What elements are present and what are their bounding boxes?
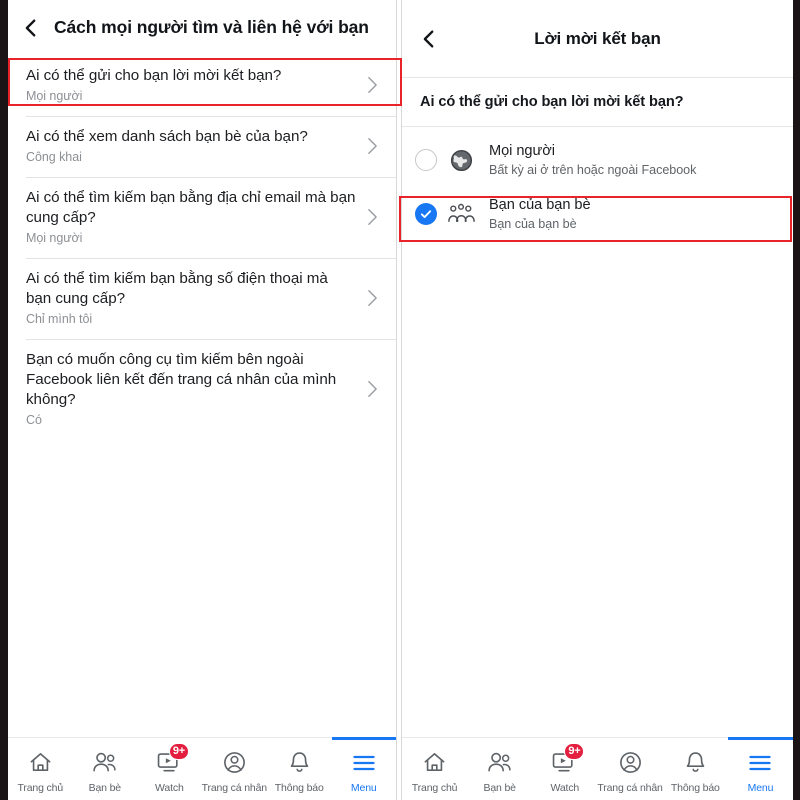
nav-label: Watch xyxy=(550,781,580,794)
radio-selected-icon[interactable] xyxy=(415,203,437,226)
friends-icon xyxy=(91,748,118,778)
nav-item-profile[interactable]: Trang cá nhân xyxy=(597,738,663,800)
chevron-right-icon xyxy=(364,206,380,228)
chevron-left-icon[interactable] xyxy=(416,26,442,52)
page-title: Cách mọi người tìm và liên hệ với bạn xyxy=(54,17,369,37)
nav-item-profile[interactable]: Trang cá nhân xyxy=(202,738,267,800)
left-phone-panel: Cách mọi người tìm và liên hệ với bạn Ai… xyxy=(8,0,397,800)
option-row-public[interactable]: Mọi người Bất kỳ ai ở trên hoặc ngoài Fa… xyxy=(402,133,793,188)
nav-item-notifications[interactable]: Thông báo xyxy=(267,738,332,800)
privacy-settings-list: Ai có thể gửi cho bạn lời mời kết bạn? M… xyxy=(8,55,396,737)
nav-label: Menu xyxy=(747,781,774,794)
setting-text: Ai có thể gửi cho bạn lời mời kết bạn? M… xyxy=(26,66,364,105)
option-row-friends-of-friends[interactable]: Bạn của bạn bè Bạn của bạn bè xyxy=(402,187,793,242)
audience-options-list: Mọi người Bất kỳ ai ở trên hoặc ngoài Fa… xyxy=(402,127,793,737)
setting-value: Công khai xyxy=(26,150,82,164)
nav-item-friends[interactable]: Bạn bè xyxy=(73,738,138,800)
nav-label: Trang chủ xyxy=(411,781,458,794)
screenshot-root: Cách mọi người tìm và liên hệ với bạn Ai… xyxy=(0,0,800,800)
radio-unselected-icon[interactable] xyxy=(415,149,437,172)
nav-item-home[interactable]: Trang chủ xyxy=(402,738,467,800)
home-icon xyxy=(28,748,53,778)
chevron-left-icon[interactable] xyxy=(18,15,44,41)
page-title: Lời mời kết bạn xyxy=(534,28,661,48)
nav-label: Bạn bè xyxy=(88,781,122,794)
nav-label: Menu xyxy=(350,781,377,794)
chevron-right-icon xyxy=(364,74,380,96)
setting-text: Ai có thể tìm kiếm bạn bằng địa chỉ emai… xyxy=(26,188,364,247)
nav-item-watch[interactable]: 9+ Watch xyxy=(532,738,597,800)
question-label: Ai có thể gửi cho bạn lời mời kết bạn? xyxy=(402,78,793,127)
chevron-right-icon xyxy=(364,135,380,157)
nav-label: Trang cá nhân xyxy=(597,781,663,794)
setting-title: Ai có thể tìm kiếm bạn bằng số điện thoạ… xyxy=(26,269,328,307)
friends-icon xyxy=(486,748,513,778)
setting-title: Ai có thể gửi cho bạn lời mời kết bạn? xyxy=(26,67,282,84)
option-text: Bạn của bạn bè Bạn của bạn bè xyxy=(489,196,591,232)
nav-item-watch[interactable]: 9+ Watch xyxy=(137,738,202,800)
setting-value: Có xyxy=(26,413,42,428)
option-title: Mọi người xyxy=(489,143,555,159)
nav-item-home[interactable]: Trang chủ xyxy=(8,738,73,800)
nav-label: Thông báo xyxy=(274,781,324,794)
bell-icon xyxy=(683,748,708,778)
nav-item-friends[interactable]: Bạn bè xyxy=(467,738,532,800)
profile-icon xyxy=(618,748,643,778)
option-title: Bạn của bạn bè xyxy=(489,197,591,214)
setting-title: Ai có thể xem danh sách bạn bè của bạn? xyxy=(26,127,308,145)
setting-title: Ai có thể tìm kiếm bạn bằng địa chỉ emai… xyxy=(26,188,356,226)
right-phone-panel: Lời mời kết bạn Ai có thể gửi cho bạn lờ… xyxy=(401,0,793,800)
setting-value: Mọi người xyxy=(26,89,83,104)
hamburger-menu-icon xyxy=(351,748,377,778)
nav-label: Bạn bè xyxy=(483,781,516,794)
profile-icon xyxy=(222,748,247,778)
nav-label: Thông báo xyxy=(670,781,720,794)
nav-item-menu[interactable]: Menu xyxy=(331,737,397,800)
setting-value: Chỉ mình tôi xyxy=(26,312,93,326)
bottom-nav-right: Trang chủ Bạn bè 9+ Watch Trang cá nhân … xyxy=(402,737,793,800)
setting-row-search-engine-link[interactable]: Bạn có muốn công cụ tìm kiếm bên ngoài F… xyxy=(8,338,396,440)
setting-value: Mọi người xyxy=(26,231,83,245)
watch-icon: 9+ xyxy=(156,742,189,778)
nav-item-notifications[interactable]: Thông báo xyxy=(663,738,728,800)
home-icon xyxy=(422,748,447,778)
nav-label: Trang chủ xyxy=(17,781,64,794)
nav-item-menu[interactable]: Menu xyxy=(727,737,793,800)
nav-label: Trang cá nhân xyxy=(201,781,268,794)
globe-icon xyxy=(446,147,476,173)
setting-text: Ai có thể tìm kiếm bạn bằng số điện thoạ… xyxy=(26,269,364,328)
option-subtitle: Bạn của bạn bè xyxy=(489,217,577,232)
setting-row-email-lookup[interactable]: Ai có thể tìm kiếm bạn bằng địa chỉ emai… xyxy=(8,176,396,258)
setting-row-friend-requests[interactable]: Ai có thể gửi cho bạn lời mời kết bạn? M… xyxy=(8,55,396,116)
chevron-right-icon xyxy=(364,287,380,309)
setting-title: Bạn có muốn công cụ tìm kiếm bên ngoài F… xyxy=(26,350,337,408)
bottom-nav-left: Trang chủ Bạn bè 9+ Watch Trang cá nhân … xyxy=(8,737,396,800)
chevron-right-icon xyxy=(364,378,380,400)
bell-icon xyxy=(287,748,312,778)
nav-label: Watch xyxy=(155,781,184,794)
setting-row-friend-list[interactable]: Ai có thể xem danh sách bạn bè của bạn? … xyxy=(8,115,396,177)
watch-badge: 9+ xyxy=(564,742,585,760)
option-text: Mọi người Bất kỳ ai ở trên hoặc ngoài Fa… xyxy=(489,142,696,178)
left-header: Cách mọi người tìm và liên hệ với bạn xyxy=(8,0,396,55)
setting-row-phone-lookup[interactable]: Ai có thể tìm kiếm bạn bằng số điện thoạ… xyxy=(8,257,396,339)
right-header: Lời mời kết bạn xyxy=(402,0,793,78)
setting-text: Bạn có muốn công cụ tìm kiếm bên ngoài F… xyxy=(26,350,364,429)
friends-group-icon xyxy=(446,201,476,227)
watch-icon: 9+ xyxy=(551,742,585,778)
option-subtitle: Bất kỳ ai ở trên hoặc ngoài Facebook xyxy=(489,162,697,177)
hamburger-menu-icon xyxy=(747,748,773,778)
setting-text: Ai có thể xem danh sách bạn bè của bạn? … xyxy=(26,127,364,166)
watch-badge: 9+ xyxy=(168,742,189,760)
